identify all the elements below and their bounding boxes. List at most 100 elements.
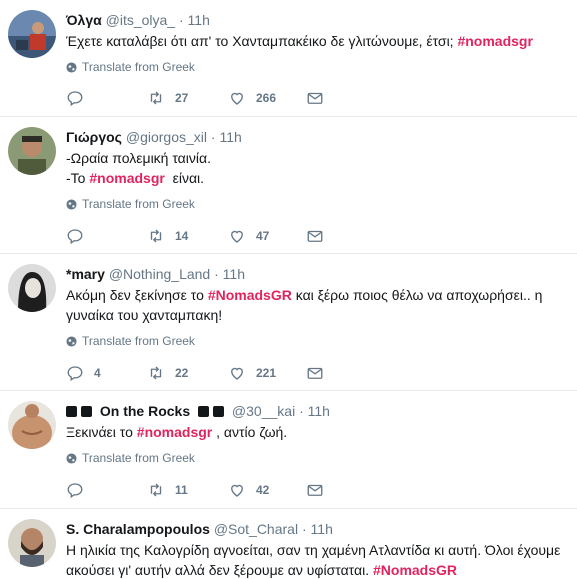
separator-dot: · xyxy=(301,521,307,537)
reply-icon xyxy=(67,91,83,107)
black-square-emoji xyxy=(66,406,77,417)
avatar[interactable] xyxy=(8,127,56,175)
translate-link[interactable]: Translate from Greek xyxy=(66,451,195,465)
heart-icon xyxy=(231,484,243,497)
display-name[interactable]: On the Rocks xyxy=(100,403,190,419)
retweet-button[interactable]: 11 xyxy=(147,481,188,499)
tweet[interactable]: Γιώργος @giorgos_xil · 11h -Ωραία πολεμι… xyxy=(0,117,577,254)
tweet-header: Όλγα @its_olya_ · 11h xyxy=(66,11,210,29)
username[interactable]: @Nothing_Land xyxy=(109,266,210,282)
reply-icon xyxy=(67,483,83,499)
avatar[interactable] xyxy=(8,10,56,58)
globe-icon xyxy=(66,335,77,347)
hashtag-link[interactable]: #nomadsgr xyxy=(457,33,532,49)
reply-button[interactable] xyxy=(66,481,94,499)
direct-message-button[interactable] xyxy=(306,227,324,245)
tweet-text-line: -Ωραία πολεμική ταινία. xyxy=(66,150,211,166)
display-name[interactable]: S. Charalampopoulos xyxy=(66,521,210,537)
retweet-button[interactable]: 27 xyxy=(147,89,188,107)
translate-link[interactable]: Translate from Greek xyxy=(66,197,195,211)
envelope-icon xyxy=(307,484,323,496)
tweet-text-segment: , αντίο ζωή. xyxy=(212,424,288,440)
reply-button[interactable] xyxy=(66,227,94,245)
retweet-count: 11 xyxy=(175,483,188,497)
globe-icon xyxy=(66,452,77,464)
display-name[interactable]: *mary xyxy=(66,266,105,282)
translate-label[interactable]: Translate from Greek xyxy=(82,451,195,465)
retweet-button[interactable]: 22 xyxy=(147,364,188,382)
tweet-text: Ακόμη δεν ξεκίνησε το #NomadsGR και ξέρω… xyxy=(66,285,571,325)
username[interactable]: @Sot_Charal xyxy=(214,521,298,537)
display-name[interactable]: Γιώργος xyxy=(66,129,122,145)
black-square-emoji xyxy=(81,406,92,417)
translate-link[interactable]: Translate from Greek xyxy=(66,60,195,74)
envelope-icon xyxy=(307,92,323,104)
tweet-actions: 27 266 xyxy=(66,89,486,109)
timestamp[interactable]: 11h xyxy=(188,12,210,28)
timestamp[interactable]: 11h xyxy=(308,403,330,419)
retweet-count: 27 xyxy=(175,91,189,105)
translate-label[interactable]: Translate from Greek xyxy=(82,334,195,348)
direct-message-button[interactable] xyxy=(306,364,324,382)
retweet-count: 14 xyxy=(175,229,189,243)
timestamp[interactable]: 11h xyxy=(311,521,333,537)
hashtag-link[interactable]: #NomadsGR xyxy=(373,562,457,578)
retweet-icon xyxy=(150,366,162,380)
like-button[interactable]: 221 xyxy=(228,364,276,382)
avatar[interactable] xyxy=(8,401,56,449)
tweet[interactable]: *mary @Nothing_Land · 11h Ακόμη δεν ξεκί… xyxy=(0,254,577,391)
tweet-text-segment: -Το xyxy=(66,170,90,186)
envelope-icon xyxy=(307,367,323,379)
tweet-text-segment: Η ηλικία της Καλογρίδη αγνοείται, σαν τη… xyxy=(66,542,561,578)
heart-icon xyxy=(231,92,243,105)
like-button[interactable]: 42 xyxy=(228,481,269,499)
envelope-icon xyxy=(307,230,323,242)
black-square-emoji xyxy=(213,406,225,417)
separator-dot: · xyxy=(214,266,219,282)
hashtag-link[interactable]: #nomadsgr xyxy=(137,424,212,440)
reply-icon xyxy=(67,366,83,382)
timestamp[interactable]: 11h xyxy=(219,129,241,145)
heart-icon xyxy=(231,230,243,243)
retweet-icon xyxy=(150,483,162,497)
hashtag-link[interactable]: #nomadsgr xyxy=(89,170,164,186)
separator-dot: · xyxy=(299,403,304,419)
tweet[interactable]: S. Charalampopoulos @Sot_Charal · 11h Η … xyxy=(0,509,577,579)
username[interactable]: @giorgos_xil xyxy=(126,129,207,145)
like-count: 266 xyxy=(256,91,277,105)
tweet-actions: 11 42 xyxy=(66,481,486,501)
translate-link[interactable]: Translate from Greek xyxy=(66,334,195,348)
tweet[interactable]: On the Rocks @30__kai · 11h Ξεκινάει το … xyxy=(0,391,577,509)
tweet[interactable]: Όλγα @its_olya_ · 11h Έχετε καταλάβει ότ… xyxy=(0,0,577,117)
like-button[interactable]: 47 xyxy=(228,227,269,245)
direct-message-button[interactable] xyxy=(306,481,324,499)
tweet-text: Έχετε καταλάβει ότι απ' το Χανταμπακέικο… xyxy=(66,31,571,51)
retweet-count: 22 xyxy=(175,366,189,380)
translate-label[interactable]: Translate from Greek xyxy=(82,60,195,74)
retweet-icon xyxy=(150,91,162,105)
reply-count: 4 xyxy=(94,366,101,380)
timestamp[interactable]: 11h xyxy=(223,266,245,282)
retweet-button[interactable]: 14 xyxy=(147,227,188,245)
separator-dot: · xyxy=(178,12,184,28)
tweet-text-segment: Ακόμη δεν ξεκίνησε το xyxy=(66,287,208,303)
like-count: 42 xyxy=(256,483,270,497)
translate-label[interactable]: Translate from Greek xyxy=(82,197,195,211)
tweet-header: S. Charalampopoulos @Sot_Charal · 11h xyxy=(66,520,333,538)
reply-button[interactable]: 4 xyxy=(66,364,101,382)
like-count: 221 xyxy=(256,366,277,380)
avatar[interactable] xyxy=(8,519,56,567)
tweet-text-segment: Ξεκινάει το xyxy=(66,424,137,440)
like-count: 47 xyxy=(256,229,270,243)
hashtag-link[interactable]: #NomadsGR xyxy=(208,287,292,303)
direct-message-button[interactable] xyxy=(306,89,324,107)
reply-button[interactable] xyxy=(66,89,94,107)
display-name[interactable]: Όλγα xyxy=(66,12,102,28)
username[interactable]: @30__kai xyxy=(232,403,295,419)
tweet-header: Γιώργος @giorgos_xil · 11h xyxy=(66,128,242,146)
globe-icon xyxy=(66,61,77,73)
like-button[interactable]: 266 xyxy=(228,89,276,107)
avatar[interactable] xyxy=(8,264,56,312)
username[interactable]: @its_olya_ xyxy=(106,12,175,28)
tweet-actions: 4 22 221 xyxy=(66,364,486,384)
